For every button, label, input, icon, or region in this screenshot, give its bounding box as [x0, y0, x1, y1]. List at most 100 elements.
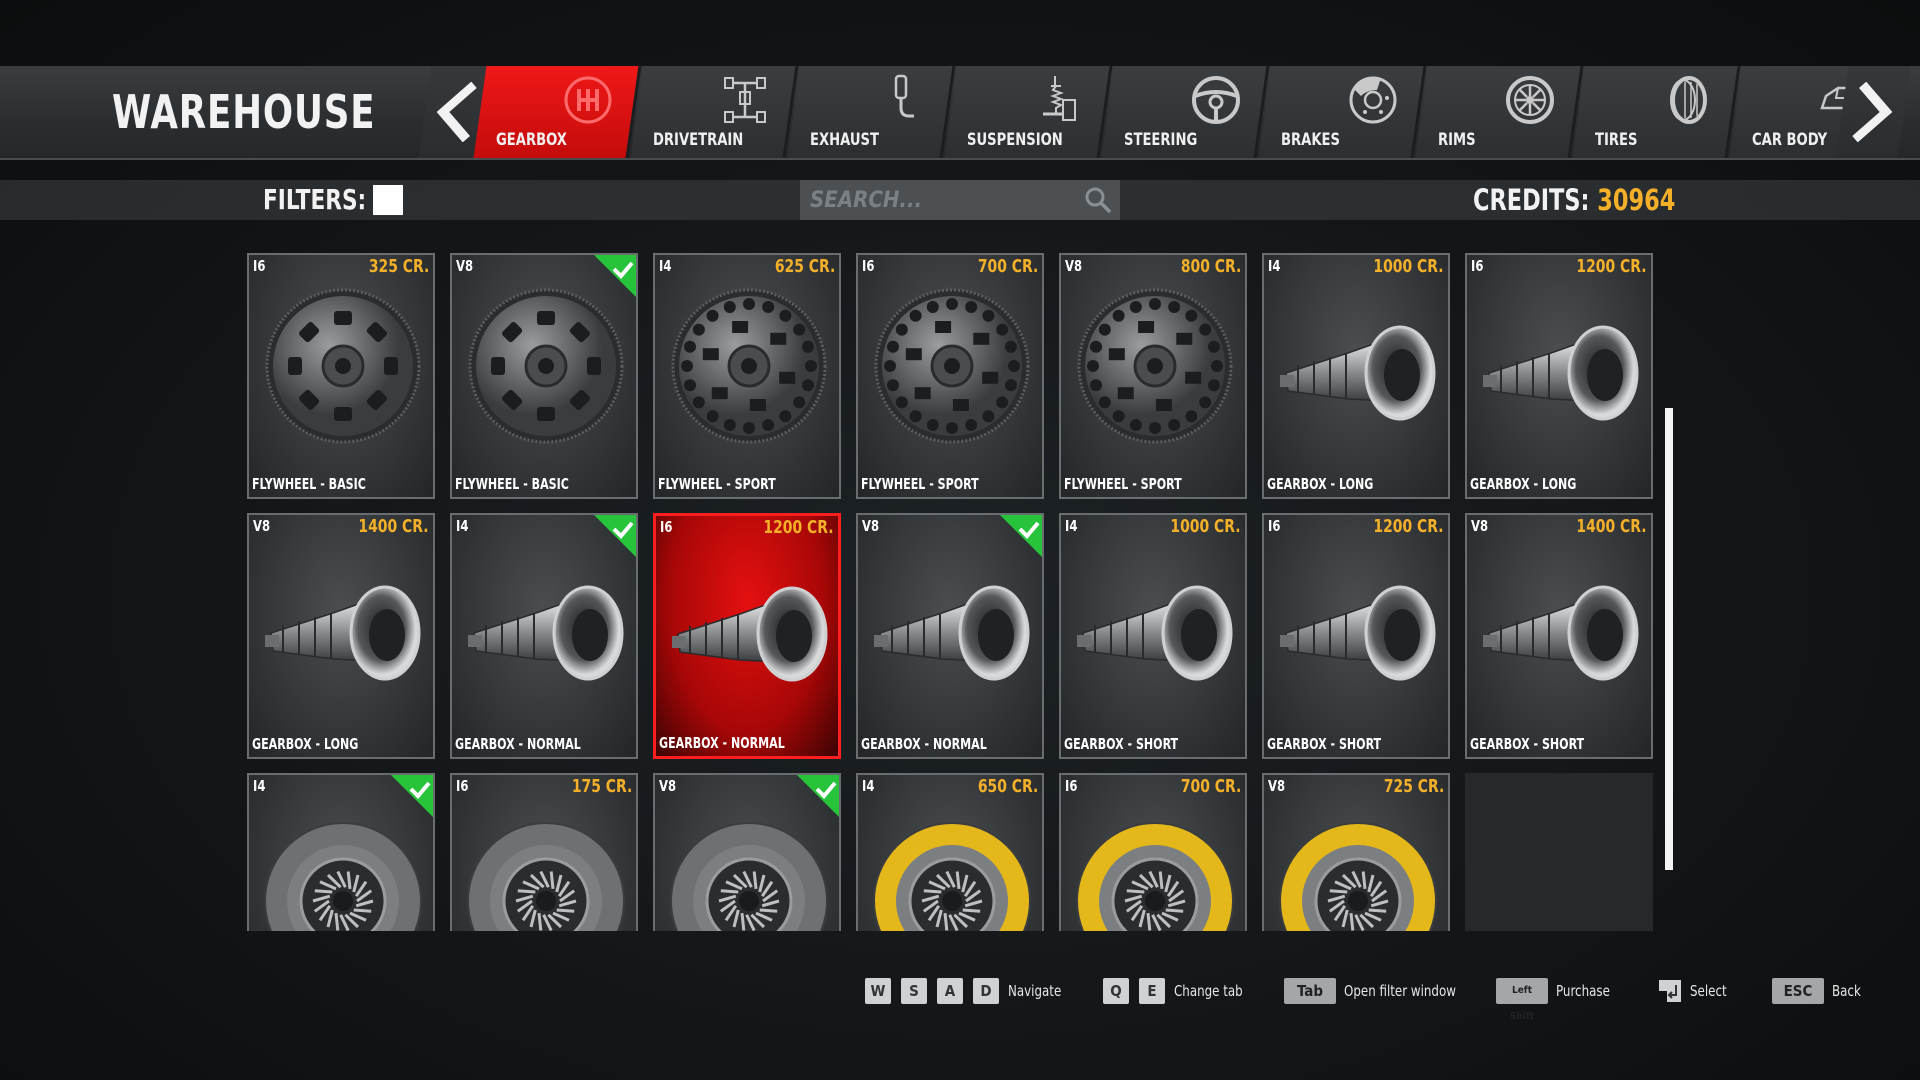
item-grid: I6 325 CR. FLYWHEEL - BASIC V8 FLYWHEEL - B… — [247, 253, 1655, 931]
engine-type: I4 — [1268, 257, 1281, 275]
engine-type: I4 — [253, 777, 266, 795]
engine-type: I6 — [660, 518, 673, 536]
chevron-left-icon — [436, 82, 477, 142]
item-card[interactable]: I4 1000 CR. GEARBOX - SHORT — [1059, 513, 1247, 759]
item-card[interactable]: I4 625 CR. FLYWHEEL - SPORT — [653, 253, 841, 499]
item-card[interactable]: I6 325 CR. FLYWHEEL - BASIC — [247, 253, 435, 499]
chevron-right-icon — [1852, 82, 1893, 142]
item-card[interactable]: I4 650 CR. — [856, 773, 1044, 931]
item-card[interactable]: V8 725 CR. — [1262, 773, 1450, 931]
tab-label: STEERING — [1124, 130, 1198, 150]
purchase-hint: Purchase — [1556, 982, 1610, 1000]
tab-suspension[interactable]: SUSPENSION — [944, 66, 1113, 158]
item-card[interactable]: V8 FLYWHEEL - BASIC — [450, 253, 638, 499]
tab-label: TIRES — [1595, 130, 1638, 150]
key-w: W — [865, 978, 891, 1004]
tab-gearbox[interactable]: GEARBOX — [473, 66, 642, 158]
engine-type: V8 — [862, 517, 880, 535]
credits-display: CREDITS: 30964 — [1473, 180, 1675, 220]
next-tab-button[interactable] — [1835, 66, 1911, 158]
engine-type: V8 — [1268, 777, 1286, 795]
tire-icon — [1661, 74, 1713, 126]
scrollbar[interactable] — [1665, 408, 1673, 870]
item-name: FLYWHEEL - BASIC — [455, 475, 569, 493]
filters-label: FILTERS: — [263, 183, 367, 216]
item-name: GEARBOX - LONG — [1267, 475, 1374, 493]
item-name: GEARBOX - LONG — [1470, 475, 1577, 493]
engine-type: I6 — [1268, 517, 1281, 535]
item-name: GEARBOX - NORMAL — [455, 735, 581, 753]
item-card[interactable]: V8 1400 CR. GEARBOX - LONG — [247, 513, 435, 759]
tab-tires[interactable]: TIRES — [1572, 66, 1741, 158]
tab-label: DRIVETRAIN — [653, 130, 744, 150]
flywheel-image — [872, 281, 1032, 451]
item-price: 700 CR. — [1180, 776, 1241, 797]
item-card[interactable]: I4 GEARBOX - NORMAL — [450, 513, 638, 759]
key-hints-bar: W S A D Navigate Q E Change tab Tab Open… — [0, 978, 1920, 1022]
item-name: GEARBOX - SHORT — [1267, 735, 1382, 753]
gearbox-image — [1481, 281, 1641, 451]
item-card[interactable]: V8 — [653, 773, 841, 931]
item-card[interactable]: V8 GEARBOX - NORMAL — [856, 513, 1044, 759]
clutch-image — [1075, 801, 1235, 931]
key-e: E — [1139, 978, 1165, 1004]
tab-exhaust[interactable]: EXHAUST — [787, 66, 956, 158]
tab-label: RIMS — [1438, 130, 1476, 150]
tab-label: EXHAUST — [810, 130, 880, 150]
item-card[interactable]: I6 1200 CR. GEARBOX - LONG — [1465, 253, 1653, 499]
suspension-icon — [1033, 74, 1085, 126]
item-card[interactable]: V8 1400 CR. GEARBOX - SHORT — [1465, 513, 1653, 759]
key-left-shift: Left Shift — [1496, 978, 1548, 1022]
select-hint: Select — [1690, 982, 1727, 1000]
engine-type: V8 — [659, 777, 677, 795]
item-price: 800 CR. — [1180, 256, 1241, 277]
gearbox-image — [1278, 541, 1438, 711]
owned-check-icon — [1000, 515, 1042, 557]
item-card[interactable]: V8 800 CR. FLYWHEEL - SPORT — [1059, 253, 1247, 499]
key-s: S — [901, 978, 927, 1004]
brake-disc-icon — [1347, 74, 1399, 126]
gearbox-image — [263, 541, 423, 711]
item-card[interactable]: I6 175 CR. — [450, 773, 638, 931]
search-icon[interactable] — [1084, 186, 1112, 214]
tab-brakes[interactable]: BRAKES — [1258, 66, 1427, 158]
filter-checkbox[interactable] — [373, 185, 403, 215]
engine-type: I6 — [1471, 257, 1484, 275]
owned-check-icon — [391, 775, 433, 817]
credits-label: CREDITS: — [1473, 183, 1590, 217]
item-card[interactable]: I4 — [247, 773, 435, 931]
engine-type: V8 — [1471, 517, 1489, 535]
tab-rims[interactable]: RIMS — [1415, 66, 1584, 158]
search-input[interactable] — [800, 180, 1120, 220]
key-a: A — [937, 978, 963, 1004]
item-price: 325 CR. — [368, 256, 429, 277]
tab-steering[interactable]: STEERING — [1101, 66, 1270, 158]
empty-slot — [1465, 773, 1653, 931]
item-price: 625 CR. — [774, 256, 835, 277]
rim-icon — [1504, 74, 1556, 126]
engine-type: I6 — [1065, 777, 1078, 795]
item-card[interactable]: I6 1200 CR. GEARBOX - SHORT — [1262, 513, 1450, 759]
item-card[interactable]: I6 700 CR. FLYWHEEL - SPORT — [856, 253, 1044, 499]
key-q: Q — [1103, 978, 1129, 1004]
back-hint: Back — [1832, 982, 1861, 1000]
item-name: GEARBOX - NORMAL — [861, 735, 987, 753]
item-name: FLYWHEEL - SPORT — [658, 475, 776, 493]
owned-check-icon — [594, 255, 636, 297]
item-card[interactable]: I6 1200 CR. GEARBOX - NORMAL — [653, 513, 841, 759]
tab-label: CAR BODY — [1752, 130, 1828, 150]
engine-type: I6 — [253, 257, 266, 275]
drivetrain-icon — [719, 74, 771, 126]
item-price: 1200 CR. — [1373, 516, 1444, 537]
tab-label: BRAKES — [1281, 130, 1340, 150]
engine-type: I4 — [659, 257, 672, 275]
item-card[interactable]: I4 1000 CR. GEARBOX - LONG — [1262, 253, 1450, 499]
clutch-image — [466, 801, 626, 931]
owned-check-icon — [594, 515, 636, 557]
item-name: FLYWHEEL - BASIC — [252, 475, 366, 493]
engine-type: I6 — [456, 777, 469, 795]
engine-type: I4 — [456, 517, 469, 535]
item-price: 725 CR. — [1383, 776, 1444, 797]
tab-drivetrain[interactable]: DRIVETRAIN — [630, 66, 799, 158]
item-card[interactable]: I6 700 CR. — [1059, 773, 1247, 931]
